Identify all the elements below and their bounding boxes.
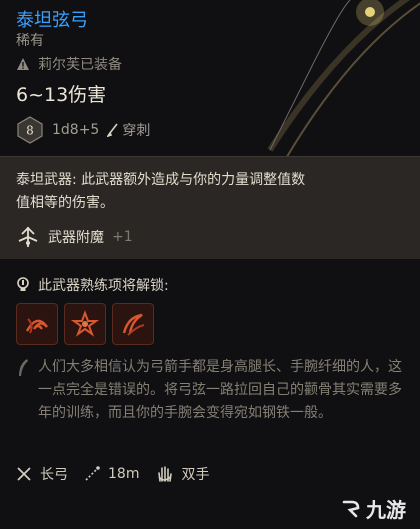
damage-type: 穿刺 <box>107 120 150 140</box>
weapon-ability-panel: 泰坦武器: 此武器额外造成与你的力量调整值数值相等的伤害。 武器附魔 +1 <box>0 156 420 259</box>
titan-weapon-description: 泰坦武器: 此武器额外造成与你的力量调整值数值相等的伤害。 <box>16 172 306 211</box>
weapon-type-label: 长弓 <box>40 467 68 483</box>
damage-type-label: 穿刺 <box>122 123 151 139</box>
equipped-by-label: 莉尔芙已装备 <box>38 57 122 73</box>
weapon-enchant-row: 武器附魔 +1 <box>16 225 133 249</box>
proficiency-unlock-row: 此武器熟练项将解锁: <box>16 275 169 295</box>
enchant-icon <box>18 226 38 247</box>
skill-icon-2[interactable] <box>64 303 106 345</box>
weapon-range-label: 18m <box>108 466 140 482</box>
watermark-logo: 九游 <box>340 494 406 523</box>
item-rarity: 稀有 <box>16 33 44 49</box>
skill-icon-3[interactable] <box>112 303 154 345</box>
weapon-type: 长弓 <box>16 464 68 484</box>
hand-icon <box>158 466 173 482</box>
dice-formula: 1d8+5 <box>52 122 100 138</box>
fire-burst-icon <box>70 310 100 337</box>
weapon-properties: 长弓 18m 双手 <box>16 464 209 484</box>
range-icon <box>85 466 100 481</box>
d8-dice-icon: 8 <box>17 116 43 144</box>
warning-icon <box>17 58 29 70</box>
equipped-status: 莉尔芙已装备 <box>16 54 122 74</box>
weapon-handedness: 双手 <box>155 464 209 484</box>
lore-text: 人们大多相信认为弓箭手都是身高腿长、手腕纤细的人，这一点完全是错误的。将弓弦一路… <box>38 359 402 421</box>
lightbulb-icon <box>17 277 29 291</box>
item-title: 泰坦弦弓 <box>16 10 88 31</box>
proficiency-skill-list <box>16 303 154 345</box>
bow-artwork <box>267 0 420 160</box>
crossed-weapons-icon <box>17 467 31 481</box>
weapon-range: 18m <box>84 466 139 482</box>
damage-range: 6~13伤害 <box>16 84 107 106</box>
dice-value: 8 <box>26 124 34 138</box>
damage-dice-row: 8 1d8+5 穿刺 <box>16 116 150 144</box>
enchant-label: 武器附魔 <box>48 230 104 246</box>
piercing-icon <box>107 123 118 137</box>
proficiency-unlock-label: 此武器熟练项将解锁: <box>38 278 169 294</box>
enchant-value: +1 <box>112 229 133 245</box>
quill-icon <box>19 359 28 376</box>
fire-slash-icon <box>122 313 145 336</box>
watermark-text: 九游 <box>366 500 406 522</box>
weapon-handedness-label: 双手 <box>181 467 210 483</box>
watermark-icon <box>342 500 360 517</box>
item-tooltip: 泰坦弦弓 稀有 莉尔芙已装备 6~13伤害 8 1d8+5 穿刺 泰坦武器: 此… <box>0 0 420 529</box>
skill-icon-1[interactable] <box>16 303 58 345</box>
fire-swirl-icon <box>25 318 48 334</box>
